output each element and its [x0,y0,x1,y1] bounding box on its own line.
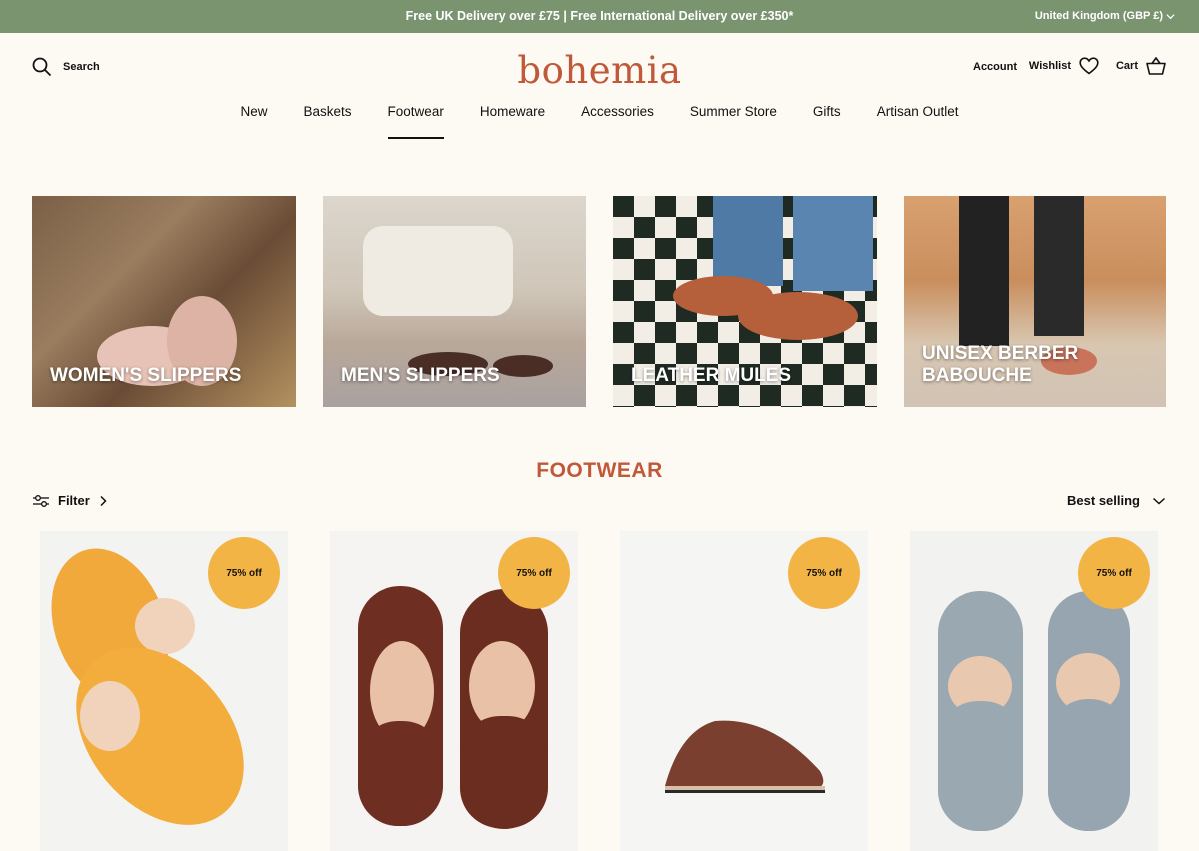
category-tiles: WOMEN'S SLIPPERS MEN'S SLIPPERS LEATHER … [32,196,1166,407]
nav-item-summer-store[interactable]: Summer Store [672,104,795,140]
nav-item-gifts[interactable]: Gifts [795,104,859,140]
filter-label: Filter [58,493,90,508]
category-label: MEN'S SLIPPERS [341,365,500,386]
discount-badge: 75% off [1078,537,1150,609]
chevron-down-icon [1152,497,1166,505]
filter-button[interactable]: Filter [32,493,108,508]
category-label: WOMEN'S SLIPPERS [50,365,242,386]
country-selector[interactable]: United Kingdom (GBP £) [1035,10,1163,22]
discount-badge: 75% off [498,537,570,609]
category-tile-mens-slippers[interactable]: MEN'S SLIPPERS [323,196,586,407]
product-card[interactable]: 75% off [910,531,1158,851]
nav-item-artisan-outlet[interactable]: Artisan Outlet [859,104,977,140]
collection-title: FOOTWEAR [536,459,663,482]
product-card[interactable]: 75% off [620,531,868,851]
nav-item-new[interactable]: New [223,104,286,140]
sliders-icon [33,494,49,507]
wishlist-label: Wishlist [1028,60,1071,72]
logo[interactable]: bohemia [0,49,1199,92]
category-label: LEATHER MULES [631,365,792,386]
cart-label: Cart [1115,60,1138,72]
chevron-down-icon[interactable] [1166,12,1175,21]
heart-icon [1079,57,1099,75]
nav-item-footwear[interactable]: Footwear [370,104,462,140]
nav-item-homeware[interactable]: Homeware [462,104,563,140]
chevron-right-icon [100,495,107,506]
announcement-message: Free UK Delivery over £75 | Free Interna… [405,9,794,23]
product-card[interactable]: 75% off [40,531,288,851]
category-tile-leather-mules[interactable]: LEATHER MULES [613,196,877,407]
nav-item-baskets[interactable]: Baskets [286,104,370,140]
sort-dropdown[interactable]: Best selling [1067,493,1166,508]
cart-link[interactable]: Cart [1116,57,1166,75]
category-tile-womens-slippers[interactable]: WOMEN'S SLIPPERS [32,196,296,407]
announcement-bar: Free UK Delivery over £75 | Free Interna… [0,0,1199,33]
discount-badge: 75% off [788,537,860,609]
basket-icon [1146,57,1166,75]
nav-item-accessories[interactable]: Accessories [563,104,672,140]
product-card[interactable]: 75% off [330,531,578,851]
account-link[interactable]: Account [973,61,1017,73]
discount-badge: 75% off [208,537,280,609]
main-nav: New Baskets Footwear Homeware Accessorie… [0,104,1199,140]
wishlist-link[interactable]: Wishlist [1029,57,1099,75]
category-label: UNISEX BERBER BABOUCHE [922,343,1079,386]
category-tile-unisex-berber-babouche[interactable]: UNISEX BERBER BABOUCHE [904,196,1166,407]
sort-label: Best selling [1067,493,1140,508]
